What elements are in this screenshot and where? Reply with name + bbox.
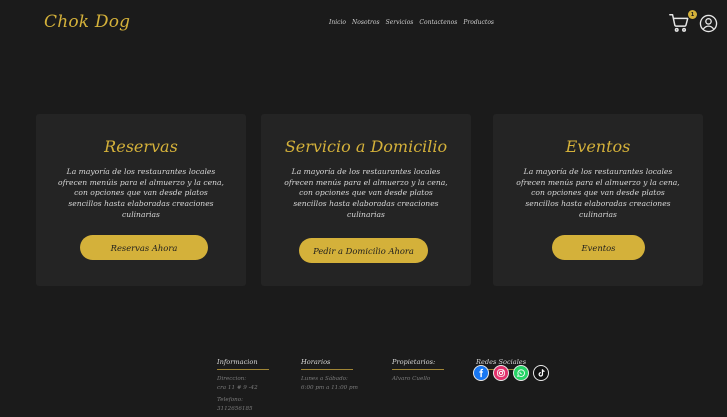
card-reservas: Reservas La mayoría de los restaurantes … xyxy=(36,114,246,286)
reservas-ahora-button[interactable]: Reservas Ahora xyxy=(80,235,208,260)
footer-info-text: Direccion: cra 11 # 9 -42 Telefono: 3112… xyxy=(217,375,269,413)
phone-label: Telefono: xyxy=(217,397,243,404)
phone-value: 3112656185 xyxy=(217,405,253,412)
card-text-line: culinarias xyxy=(122,209,160,219)
card-text-line: ofrecen menús para el almuerzo y la cena… xyxy=(516,177,680,187)
footer-informacion: Informacion Direccion: cra 11 # 9 -42 Te… xyxy=(217,349,269,413)
footer-heading: Horarios xyxy=(301,358,353,370)
card-text-line: ofrecen menús para el almuerzo y la cena… xyxy=(284,177,448,187)
footer-heading: Informacion xyxy=(217,358,269,370)
card-text-line: La mayoría de los restaurantes locales xyxy=(291,167,441,176)
nav-servicios[interactable]: Servicios xyxy=(386,19,414,26)
hours-label: Lunes a Sábado: xyxy=(301,376,348,382)
card-eventos: Eventos La mayoría de los restaurantes l… xyxy=(493,114,703,286)
footer-propietarios-text: Alvaro Cuello xyxy=(392,375,444,384)
card-text-line: sencillos hasta elaboradas creaciones xyxy=(68,199,214,209)
social-links xyxy=(473,365,549,381)
shopping-cart-icon[interactable] xyxy=(668,12,690,34)
user-circle-icon[interactable] xyxy=(699,14,718,33)
card-text-line: sencillos hasta elaboradas creaciones xyxy=(293,199,439,209)
card-title: Eventos xyxy=(565,137,631,156)
card-text-line: con opciones que van desde platos xyxy=(74,188,208,198)
address-value: cra 11 # 9 -42 xyxy=(217,384,258,391)
footer-propietarios: Propietarios: Alvaro Cuello xyxy=(392,349,444,384)
tiktok-icon[interactable] xyxy=(533,365,549,381)
card-text-line: sencillos hasta elaboradas creaciones xyxy=(525,199,671,209)
logo[interactable]: Chok Dog xyxy=(44,12,130,32)
card-text-line: con opciones que van desde platos xyxy=(299,188,433,198)
card-description: La mayoría de los restaurantes locales o… xyxy=(283,167,449,221)
main-nav: Inicio Nosotros Servicios Contactenos Pr… xyxy=(329,19,494,26)
card-text-line: ofrecen menúis para el almuerzo y la cen… xyxy=(58,177,224,187)
card-description: La mayoría de los restaurantes locales o… xyxy=(515,167,681,221)
footer-horarios: Horarios Lunes a Sábado: 6:00 pm a 11:00… xyxy=(301,349,358,392)
nav-contactenos[interactable]: Contactenos xyxy=(419,19,457,26)
page: Chok Dog Inicio Nosotros Servicios Conta… xyxy=(0,0,727,417)
facebook-icon[interactable] xyxy=(473,365,489,381)
nav-inicio[interactable]: Inicio xyxy=(329,19,346,26)
address-label: Direccion: xyxy=(217,376,247,382)
instagram-icon[interactable] xyxy=(493,365,509,381)
nav-productos[interactable]: Productos xyxy=(463,19,494,26)
card-text-line: La mayoría de los restaurantes locales xyxy=(523,167,673,176)
eventos-button[interactable]: Eventos xyxy=(552,235,645,260)
card-text-line: culinarias xyxy=(579,209,617,219)
hours-value: 6:00 pm a 11:00 pm xyxy=(301,384,358,391)
cart-count-badge: 1 xyxy=(688,10,697,19)
nav-nosotros[interactable]: Nosotros xyxy=(352,19,380,26)
owner-name: Alvaro Cuello xyxy=(392,376,431,382)
card-text-line: con opciones que van desde platos xyxy=(531,188,665,198)
pedir-domicilio-button[interactable]: Pedir a Domicilio Ahora xyxy=(299,238,428,263)
card-title: Reservas xyxy=(104,137,178,156)
card-description: La mayoría de los restaurantes locales o… xyxy=(58,167,224,221)
whatsapp-icon[interactable] xyxy=(513,365,529,381)
card-title: Servicio a Domicilio xyxy=(284,137,448,156)
card-text-line: culinarias xyxy=(347,209,385,219)
footer-heading: Propietarios: xyxy=(392,358,444,370)
footer-horarios-text: Lunes a Sábado: 6:00 pm a 11:00 pm xyxy=(301,375,358,392)
card-text-line: La mayoría de los restaurantes locales xyxy=(66,167,216,176)
card-servicio-domicilio: Servicio a Domicilio La mayoría de los r… xyxy=(261,114,471,286)
